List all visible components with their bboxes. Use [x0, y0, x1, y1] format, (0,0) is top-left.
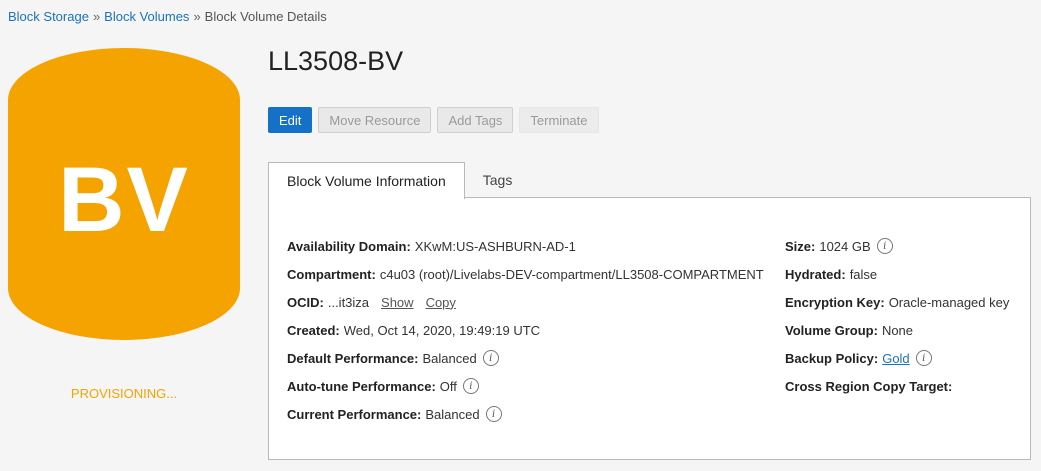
detail-tabs: Block Volume Information Tags [268, 162, 531, 199]
lifecycle-status: PROVISIONING... [70, 386, 178, 401]
encryption-key-label: Encryption Key: [785, 294, 885, 310]
encryption-key-row: Encryption Key: Oracle-managed key [785, 288, 1009, 316]
tab-block-volume-information[interactable]: Block Volume Information [268, 162, 465, 199]
default-performance-row: Default Performance: Balanced i [287, 344, 764, 372]
size-label: Size: [785, 238, 816, 254]
size-value: 1024 GB [819, 238, 871, 254]
size-row: Size: 1024 GB i [785, 232, 1009, 260]
breadcrumb: Block Storage» Block Volumes» Block Volume… [8, 9, 327, 24]
breadcrumb-current: Block Volume Details [204, 9, 327, 24]
ocid-label: OCID: [287, 294, 324, 310]
action-toolbar: Edit Move Resource Add Tags Terminate [268, 107, 599, 133]
breadcrumb-block-volumes[interactable]: Block Volumes [104, 9, 189, 24]
breadcrumb-separator: » [193, 9, 201, 24]
ocid-copy-link[interactable]: Copy [426, 295, 456, 310]
move-resource-button[interactable]: Move Resource [318, 107, 432, 133]
compartment-row: Compartment: c4u03 (root)/Livelabs-DEV-c… [287, 260, 764, 288]
info-column-right: Size: 1024 GB i Hydrated: false Encrypti… [785, 232, 1009, 400]
info-icon[interactable]: i [876, 238, 893, 254]
edit-button[interactable]: Edit [268, 107, 313, 133]
info-column-left: Availability Domain: XKwM:US-ASHBURN-AD-… [287, 232, 764, 428]
availability-domain-row: Availability Domain: XKwM:US-ASHBURN-AD-… [287, 232, 764, 260]
hydrated-row: Hydrated: false [785, 260, 1009, 288]
info-icon[interactable]: i [482, 350, 499, 366]
autotune-performance-row: Auto-tune Performance: Off i [287, 372, 764, 400]
default-performance-label: Default Performance: [287, 350, 419, 366]
block-volume-information-panel: Availability Domain: XKwM:US-ASHBURN-AD-… [268, 197, 1031, 460]
hydrated-label: Hydrated: [785, 266, 846, 282]
breadcrumb-separator: » [92, 9, 101, 24]
ocid-value: ...it3iza [327, 294, 370, 310]
availability-domain-value: XKwM:US-ASHBURN-AD-1 [414, 238, 576, 254]
autotune-performance-label: Auto-tune Performance: [287, 378, 436, 394]
created-row: Created: Wed, Oct 14, 2020, 19:49:19 UTC [287, 316, 764, 344]
current-performance-row: Current Performance: Balanced i [287, 400, 764, 428]
tab-tags[interactable]: Tags [465, 162, 531, 198]
current-performance-value: Balanced [425, 406, 480, 422]
autotune-performance-value: Off [439, 378, 457, 394]
breadcrumb-block-storage[interactable]: Block Storage [8, 9, 89, 24]
cross-region-copy-target-row: Cross Region Copy Target: [785, 372, 1009, 400]
default-performance-value: Balanced [422, 350, 477, 366]
ocid-show-link[interactable]: Show [381, 295, 414, 310]
volume-group-value: None [881, 322, 914, 338]
page-title: LL3508-BV [268, 46, 404, 76]
add-tags-button[interactable]: Add Tags [437, 107, 514, 133]
block-volume-details-page: Block Storage» Block Volumes» Block Volume… [0, 0, 1041, 471]
block-volume-icon: BV [8, 48, 240, 340]
compartment-label: Compartment: [287, 266, 376, 282]
info-icon[interactable]: i [462, 378, 479, 394]
backup-policy-row: Backup Policy: Gold i [785, 344, 1009, 372]
info-icon[interactable]: i [485, 406, 502, 422]
info-icon[interactable]: i [915, 350, 932, 366]
volume-group-label: Volume Group: [785, 322, 878, 338]
terminate-button[interactable]: Terminate [519, 107, 599, 133]
compartment-value: c4u03 (root)/Livelabs-DEV-compartment/LL… [379, 266, 764, 282]
cross-region-copy-target-label: Cross Region Copy Target: [785, 378, 953, 394]
backup-policy-label: Backup Policy: [785, 350, 879, 366]
current-performance-label: Current Performance: [287, 406, 422, 422]
ocid-row: OCID: ...it3iza Show Copy [287, 288, 764, 316]
backup-policy-link[interactable]: Gold [882, 351, 909, 366]
hydrated-value: false [849, 266, 878, 282]
availability-domain-label: Availability Domain: [287, 238, 411, 254]
created-label: Created: [287, 322, 340, 338]
volume-group-row: Volume Group: None [785, 316, 1009, 344]
resource-icon-text: BV [58, 148, 190, 251]
created-value: Wed, Oct 14, 2020, 19:49:19 UTC [343, 322, 541, 338]
encryption-key-value: Oracle-managed key [888, 294, 1010, 310]
